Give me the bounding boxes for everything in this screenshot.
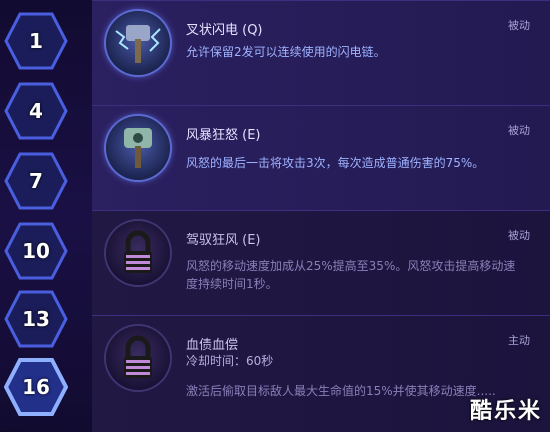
level-number: 4 bbox=[29, 99, 43, 123]
level-number: 13 bbox=[22, 307, 50, 331]
talent-title: 风暴狂怒 (E) bbox=[186, 128, 261, 143]
level-tier-10[interactable]: 10 bbox=[4, 222, 68, 280]
talent-description: 风怒的移动速度加成从25%提高至35%。风怒攻击提高移动速度持续时间1秒。 bbox=[186, 259, 516, 291]
talent-title: 叉状闪电 (Q) bbox=[186, 23, 263, 38]
level-tier-16[interactable]: 16 bbox=[4, 358, 68, 416]
level-number: 16 bbox=[22, 375, 50, 399]
lock-icon bbox=[106, 326, 170, 390]
talent-title: 驾驭狂风 (E) bbox=[186, 233, 261, 248]
talent-description: 允许保留2发可以连续使用的闪电链。 bbox=[186, 45, 386, 59]
level-tier-1[interactable]: 1 bbox=[4, 12, 68, 70]
level-tier-13[interactable]: 13 bbox=[4, 290, 68, 348]
level-number: 1 bbox=[29, 29, 43, 53]
talent-row-storm-fury[interactable]: 风暴狂怒 (E) 被动 风怒的最后一击将攻击3次，每次造成普通伤害的75%。 bbox=[92, 105, 550, 210]
level-number: 7 bbox=[29, 169, 43, 193]
talent-row-forked-lightning[interactable]: 叉状闪电 (Q) 被动 允许保留2发可以连续使用的闪电链。 bbox=[92, 0, 550, 105]
lock-icon bbox=[106, 221, 170, 285]
level-tier-7[interactable]: 7 bbox=[4, 152, 68, 210]
watermark: 酷乐米 bbox=[469, 399, 542, 424]
talent-type-badge: 被动 bbox=[508, 229, 530, 242]
talent-description: 风怒的最后一击将攻击3次，每次造成普通伤害的75%。 bbox=[186, 156, 485, 170]
talent-type-badge: 主动 bbox=[508, 334, 530, 347]
talent-type-badge: 被动 bbox=[508, 124, 530, 137]
level-tier-4[interactable]: 4 bbox=[4, 82, 68, 140]
storm-hammer-icon bbox=[106, 116, 170, 180]
level-number: 10 bbox=[22, 239, 50, 263]
level-column: 1 4 7 10 13 16 bbox=[0, 0, 92, 431]
talent-row-ride-the-wind[interactable]: 驾驭狂风 (E) 被动 风怒的移动速度加成从25%提高至35%。风怒攻击提高移动… bbox=[92, 210, 550, 315]
lightning-hammer-icon bbox=[106, 11, 170, 75]
talent-type-badge: 被动 bbox=[508, 19, 530, 32]
talent-cooldown: 冷却时间：60秒 bbox=[186, 354, 274, 368]
talent-title: 血债血偿 bbox=[186, 338, 239, 353]
